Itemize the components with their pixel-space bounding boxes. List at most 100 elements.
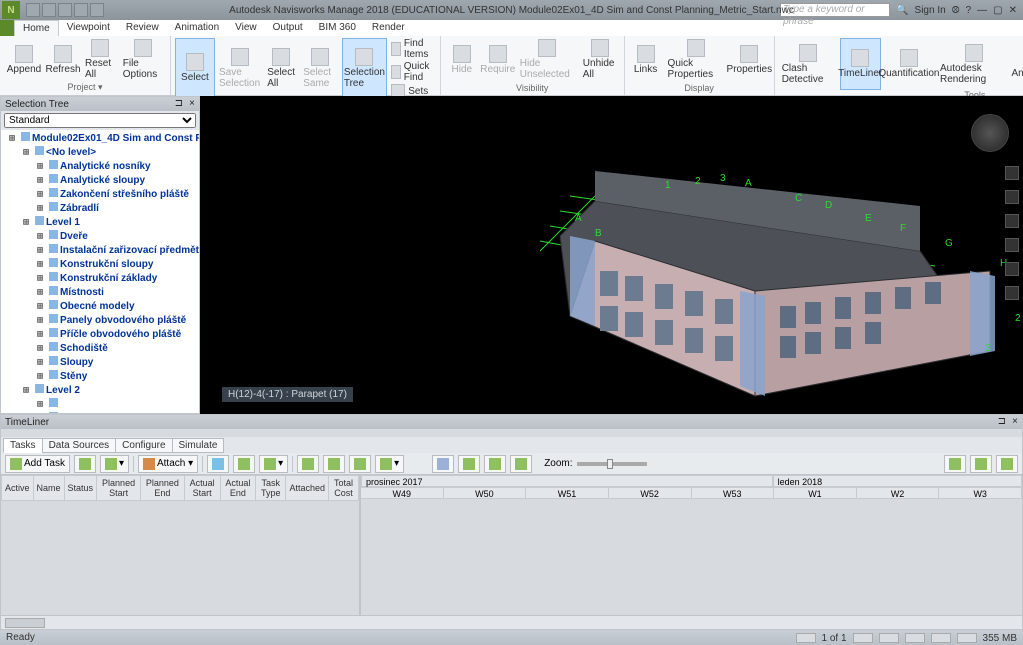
tree-item[interactable]: Instalační zařizovací předměty bbox=[1, 244, 199, 258]
orbit-icon[interactable] bbox=[1005, 166, 1019, 180]
append-button[interactable]: Append bbox=[4, 38, 44, 81]
reset-all-button[interactable]: Reset All bbox=[82, 38, 118, 81]
tree-item[interactable]: Zábradlí bbox=[1, 202, 199, 216]
add-task-button[interactable]: Add Task bbox=[5, 455, 70, 473]
task-column-header[interactable]: Active bbox=[2, 476, 34, 501]
gantt-zoom-slider[interactable] bbox=[577, 462, 647, 466]
find-button[interactable] bbox=[207, 455, 229, 473]
sheet-nav-first[interactable] bbox=[796, 633, 816, 643]
filter-button[interactable] bbox=[349, 455, 371, 473]
maximize-button[interactable]: ▢ bbox=[993, 5, 1002, 16]
gantt-chart[interactable]: prosinec 2017 leden 2018 W49W50W51W52W53… bbox=[361, 475, 1022, 615]
status-cell-1[interactable] bbox=[879, 633, 899, 643]
qat-undo-icon[interactable] bbox=[58, 3, 72, 17]
quick-properties-button[interactable]: Quick Properties bbox=[665, 38, 727, 81]
look-icon[interactable] bbox=[1005, 262, 1019, 276]
tree-item[interactable]: Sloupy bbox=[1, 356, 199, 370]
tab-home[interactable]: Home bbox=[14, 20, 59, 36]
status-cell-3[interactable] bbox=[931, 633, 951, 643]
selection-tree[interactable]: Module02Ex01_4D Sim and Const Planning_M… bbox=[1, 130, 199, 413]
tree-item[interactable]: Konstrukční základy bbox=[1, 272, 199, 286]
help-icon[interactable]: ? bbox=[966, 5, 972, 16]
qat-redo-icon[interactable] bbox=[74, 3, 88, 17]
tab-view[interactable]: View bbox=[227, 20, 265, 36]
tree-item[interactable]: Zakončení střešního pláště bbox=[1, 188, 199, 202]
task-column-header[interactable]: Actual Start bbox=[184, 476, 220, 501]
task-auto-button[interactable]: ▾ bbox=[100, 455, 129, 473]
horizontal-scrollbar[interactable] bbox=[1, 615, 1022, 629]
select-button[interactable]: Select bbox=[175, 38, 215, 98]
file-options-button[interactable]: File Options bbox=[120, 38, 166, 81]
tree-item[interactable]: Konstrukční sloupy bbox=[1, 258, 199, 272]
gantt-view-button[interactable] bbox=[432, 455, 454, 473]
task-column-header[interactable]: Attached bbox=[286, 476, 329, 501]
links-button[interactable]: Links bbox=[629, 38, 663, 81]
task-grid[interactable]: ActiveNameStatusPlanned StartPlanned End… bbox=[1, 475, 361, 615]
tree-no-level[interactable]: <No level> bbox=[1, 146, 199, 160]
file-menu-tab[interactable] bbox=[0, 20, 14, 36]
tree-level1[interactable]: Level 1 bbox=[1, 216, 199, 230]
timeliner-button[interactable]: TimeLiner bbox=[840, 38, 881, 90]
export-button[interactable] bbox=[944, 455, 966, 473]
columns-button[interactable]: ▾ bbox=[375, 455, 404, 473]
pan-icon[interactable] bbox=[1005, 190, 1019, 204]
outdent-button[interactable] bbox=[323, 455, 345, 473]
tree-item[interactable]: Analytické nosníky bbox=[1, 160, 199, 174]
find-items-button[interactable]: Find Items bbox=[391, 38, 434, 60]
tree-item[interactable]: Stěny bbox=[1, 370, 199, 384]
attach-button[interactable]: Attach ▾ bbox=[138, 455, 198, 473]
view-cube[interactable] bbox=[971, 114, 1009, 152]
split-view-button[interactable] bbox=[484, 455, 506, 473]
tree-item[interactable]: Dveře bbox=[1, 230, 199, 244]
qat-open-icon[interactable] bbox=[26, 3, 40, 17]
sign-in-button[interactable]: Sign In bbox=[915, 5, 946, 16]
tab-render[interactable]: Render bbox=[364, 20, 413, 36]
task-column-header[interactable]: Total Cost bbox=[329, 476, 359, 501]
status-cell-2[interactable] bbox=[905, 633, 925, 643]
close-button[interactable]: ✕ bbox=[1009, 5, 1017, 16]
selection-tree-button[interactable]: Selection Tree bbox=[342, 38, 388, 98]
3d-viewport[interactable]: AB 123A CDEF GH 123 H(12)-4(-17) : Parap… bbox=[200, 96, 1023, 414]
quick-find-input[interactable]: Quick Find bbox=[391, 61, 434, 83]
tab-simulate[interactable]: Simulate bbox=[172, 438, 225, 453]
task-column-header[interactable]: Planned Start bbox=[97, 476, 141, 501]
tab-tasks[interactable]: Tasks bbox=[3, 438, 43, 453]
tree-item[interactable]: Analytické sloupy bbox=[1, 174, 199, 188]
tree-item[interactable]: Schodiště bbox=[1, 342, 199, 356]
move-down-button[interactable]: ▾ bbox=[259, 455, 288, 473]
tree-level2[interactable]: Level 2 bbox=[1, 384, 199, 398]
task-column-header[interactable]: Actual End bbox=[220, 476, 255, 501]
help-search-input[interactable]: Type a keyword or phrase bbox=[780, 3, 890, 17]
task-column-header[interactable]: Planned End bbox=[141, 476, 184, 501]
tree-root[interactable]: Module02Ex01_4D Sim and Const Planning_M… bbox=[1, 132, 199, 146]
timeliner-header[interactable]: TimeLiner ⊐ × bbox=[1, 415, 1022, 429]
exchange-icon[interactable]: ⮾ bbox=[952, 5, 960, 16]
status-cell-4[interactable] bbox=[957, 633, 977, 643]
tab-animation[interactable]: Animation bbox=[167, 20, 227, 36]
zoom-icon[interactable] bbox=[1005, 214, 1019, 228]
search-icon[interactable]: 🔍 bbox=[896, 5, 908, 16]
select-all-button[interactable]: Select All bbox=[264, 38, 298, 98]
close-icon[interactable]: ⊐ × bbox=[998, 416, 1018, 428]
list-view-button[interactable] bbox=[510, 455, 532, 473]
task-column-header[interactable]: Status bbox=[64, 476, 97, 501]
tab-review[interactable]: Review bbox=[118, 20, 167, 36]
compact-view-button[interactable] bbox=[458, 455, 480, 473]
move-up-button[interactable] bbox=[233, 455, 255, 473]
animator-button[interactable]: Animator bbox=[1013, 38, 1023, 90]
walk-icon[interactable] bbox=[1005, 238, 1019, 252]
task-insert-button[interactable] bbox=[74, 455, 96, 473]
selection-tree-header[interactable]: Selection Tree ⊐ × bbox=[1, 97, 199, 111]
tree-item[interactable]: Dveře bbox=[1, 412, 199, 413]
selection-tree-mode-select[interactable]: Standard bbox=[4, 113, 196, 128]
minimize-button[interactable]: — bbox=[977, 5, 987, 16]
tab-output[interactable]: Output bbox=[265, 20, 311, 36]
tab-bim360[interactable]: BIM 360 bbox=[311, 20, 364, 36]
settings-button[interactable] bbox=[996, 455, 1018, 473]
sheet-nav-last[interactable] bbox=[853, 633, 873, 643]
tree-item[interactable] bbox=[1, 398, 199, 412]
navigation-bar[interactable] bbox=[1005, 166, 1021, 300]
clash-detective-button[interactable]: Clash Detective bbox=[779, 38, 838, 90]
quick-access-toolbar[interactable] bbox=[26, 3, 104, 17]
task-column-header[interactable]: Task Type bbox=[256, 476, 286, 501]
